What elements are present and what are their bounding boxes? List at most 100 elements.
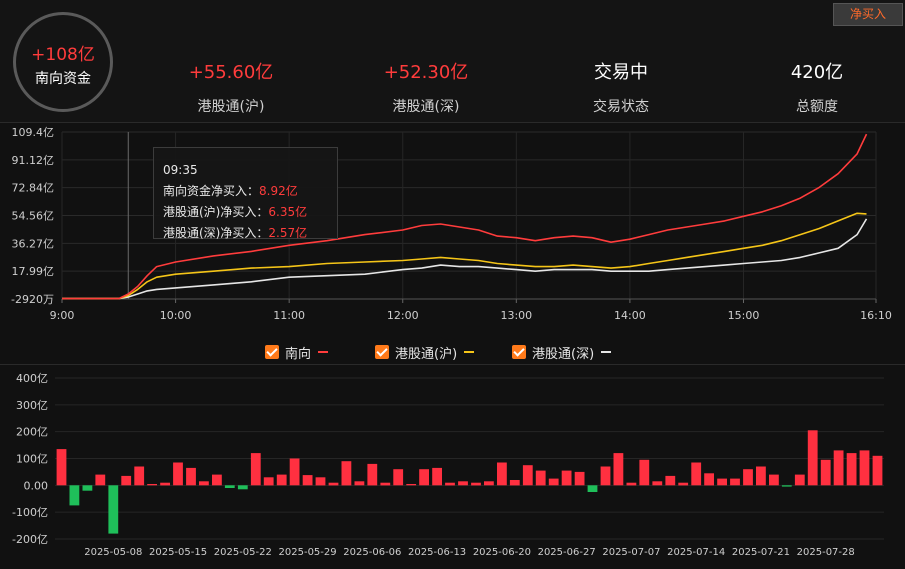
bar: [665, 475, 676, 486]
x-tick-label: 12:00: [387, 309, 419, 322]
stat-shanghai-label: 港股通(沪): [197, 99, 265, 115]
x-tick-label: 2025-05-08: [84, 547, 142, 558]
x-tick-label: 14:00: [614, 309, 646, 322]
stat-trading-status-value: 交易中: [594, 62, 648, 83]
stat-shenzhen-label: 港股通(深): [392, 99, 460, 115]
checkbox-checked-icon: [375, 345, 389, 359]
y-tick-label: -200亿: [12, 533, 48, 546]
x-tick-label: 2025-05-22: [214, 547, 272, 558]
stat-trading-status-label: 交易状态: [593, 99, 649, 115]
bar: [548, 478, 559, 486]
bar: [354, 481, 365, 486]
x-tick-label: 2025-06-27: [538, 547, 596, 558]
bar: [509, 480, 520, 486]
bar: [160, 482, 170, 486]
bar: [315, 477, 326, 486]
bar: [445, 482, 455, 486]
bar: [587, 485, 598, 492]
bar: [794, 474, 805, 486]
x-tick-label: 15:00: [728, 309, 760, 322]
stat-total-quota-label: 总额度: [796, 99, 838, 115]
chart-legend: 南向 港股通(沪) 港股通(深): [0, 342, 905, 362]
bar: [678, 482, 689, 486]
net-buy-button[interactable]: 净买入: [833, 3, 903, 26]
x-tick-label: 2025-07-28: [797, 547, 855, 558]
bar: [147, 484, 157, 486]
bar: [328, 482, 339, 486]
tooltip-label-southbound: 南向资金净买入：: [163, 184, 260, 198]
bar: [717, 478, 727, 486]
y-tick-label: 300亿: [16, 399, 48, 412]
x-tick-label: 2025-06-20: [473, 547, 531, 558]
y-tick-label: 200亿: [16, 426, 48, 439]
tooltip-label-shanghai: 港股通(沪)净买入：: [163, 205, 269, 219]
bar: [95, 474, 106, 486]
bar: [134, 466, 145, 486]
stat-total-quota-value: 420亿: [790, 62, 844, 83]
legend-label-southbound: 南向: [285, 346, 312, 362]
tooltip-value-shanghai: 6.35亿: [268, 205, 308, 219]
bar: [419, 469, 429, 486]
bar: [471, 482, 481, 486]
bar: [458, 481, 468, 486]
x-tick-label: 2025-06-13: [408, 547, 466, 558]
checkbox-checked-icon: [265, 345, 279, 359]
x-tick-label: 2025-07-07: [602, 547, 660, 558]
y-tick-label: 17.99亿: [12, 265, 55, 278]
x-tick-label: 16:10: [860, 309, 892, 322]
tooltip-row-shenzhen: 港股通(深)净买入：2.57亿: [163, 223, 337, 244]
bar: [535, 470, 546, 486]
bar: [613, 453, 624, 486]
bar: [781, 485, 792, 487]
bar: [833, 450, 844, 486]
legend-label-shanghai: 港股通(沪): [395, 346, 458, 362]
bar: [497, 462, 507, 486]
bar: [561, 470, 572, 486]
southbound-total-label: 南向资金: [35, 71, 91, 87]
bar: [846, 453, 857, 486]
section-divider: [0, 364, 905, 365]
bar: [756, 466, 766, 486]
bar: [173, 462, 183, 486]
bar: [82, 485, 93, 491]
y-tick-label: 100亿: [16, 453, 48, 466]
x-tick-label: 10:00: [160, 309, 192, 322]
southbound-total-value: +108亿: [31, 45, 95, 65]
y-tick-label: 72.84亿: [12, 182, 55, 195]
bar: [250, 453, 261, 486]
y-tick-label: 36.27亿: [12, 237, 55, 250]
y-tick-label: -100亿: [12, 506, 48, 519]
summary-header: +108亿 南向资金 +55.60亿 港股通(沪) +52.30亿 港股通(深)…: [0, 0, 905, 123]
bar: [704, 473, 714, 486]
x-tick-label: 2025-05-29: [279, 547, 337, 558]
x-tick-label: 13:00: [500, 309, 532, 322]
bar: [600, 466, 611, 486]
y-tick-label: 0.00: [24, 479, 49, 492]
bar: [108, 485, 119, 534]
legend-swatch-southbound: [318, 351, 329, 353]
legend-item-shenzhen[interactable]: 港股通(深): [512, 342, 612, 362]
bar: [367, 463, 378, 486]
bar: [484, 481, 494, 486]
bar: [730, 478, 740, 486]
bar: [263, 477, 274, 486]
bar: [769, 474, 779, 486]
bar: [289, 458, 300, 486]
x-tick-label: 2025-06-06: [343, 547, 401, 558]
bar: [56, 449, 67, 486]
bar: [302, 475, 313, 486]
checkbox-checked-icon: [512, 345, 526, 359]
intraday-line-chart[interactable]: 109.4亿 91.12亿 72.84亿 54.56亿 36.27亿 17.99亿 -292…: [0, 123, 905, 338]
bar: [341, 461, 352, 486]
x-tick-label: 2025-05-15: [149, 547, 207, 558]
legend-item-southbound[interactable]: 南向: [265, 342, 329, 362]
legend-item-shanghai[interactable]: 港股通(沪): [375, 342, 475, 362]
bar: [224, 485, 235, 488]
bar: [820, 459, 831, 486]
daily-bar-chart[interactable]: 400亿 300亿 200亿 100亿 0.00 -100亿 -200亿 2025-05-08…: [0, 366, 905, 569]
legend-swatch-shenzhen: [601, 351, 612, 353]
x-tick-label: 11:00: [273, 309, 305, 322]
bar: [652, 481, 663, 486]
bar: [121, 475, 132, 486]
bar: [212, 474, 222, 486]
